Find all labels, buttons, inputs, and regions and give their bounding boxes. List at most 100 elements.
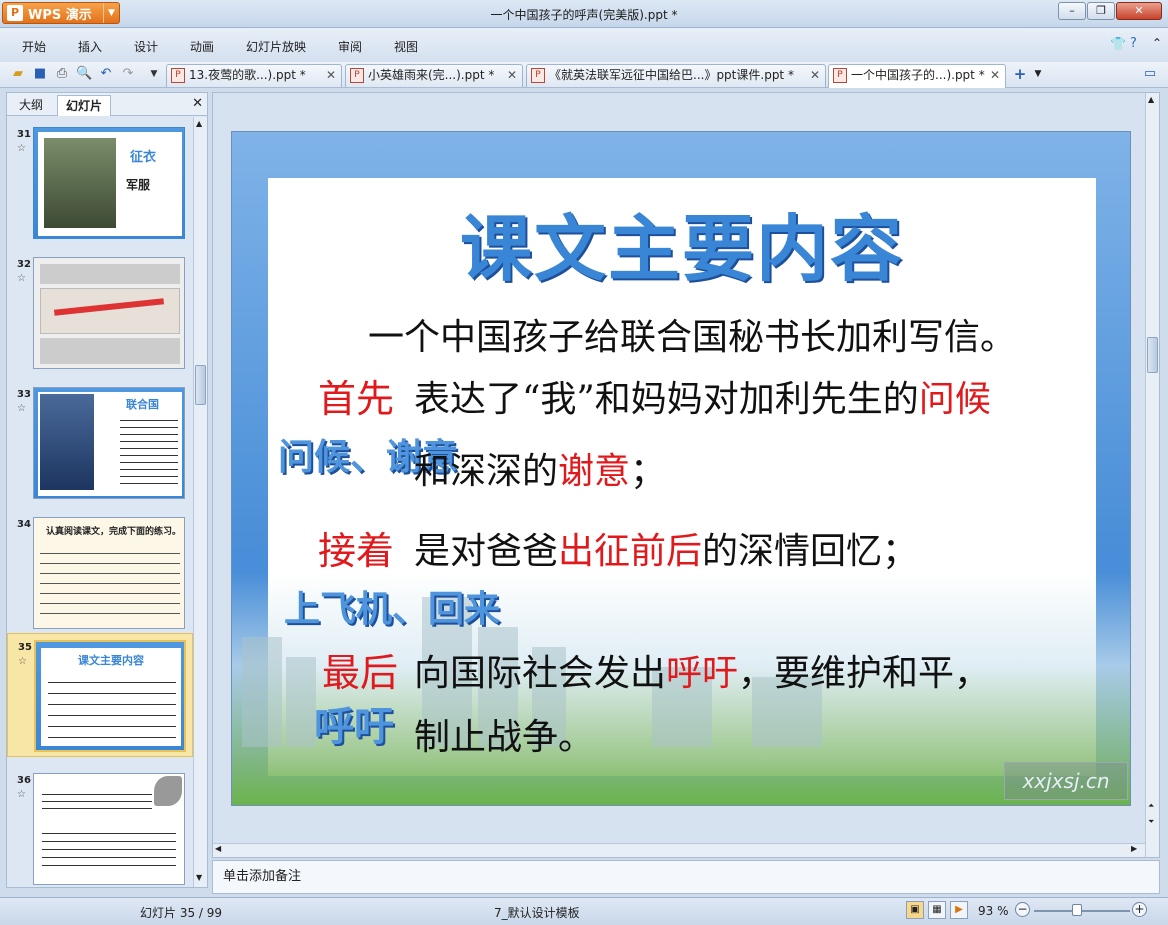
tab-slides[interactable]: 幻灯片 <box>57 95 112 116</box>
thumbnail-list: 31 ☆ 征衣 军服 32 ☆ 33 ☆ 联合国 34 认真阅读课文，完成下面的… <box>7 117 193 887</box>
menu-design[interactable]: 设计 <box>134 38 158 55</box>
thumbnail-image: 征衣 军服 <box>33 127 185 239</box>
prev-slide-icon[interactable]: ⏶ <box>1148 801 1154 811</box>
slide-title[interactable]: 课文主要内容 <box>232 190 1130 295</box>
editor-vertical-scrollbar[interactable]: ▲ ⏶ ⏷ <box>1145 93 1159 857</box>
tab-close-icon[interactable]: ✕ <box>810 65 820 86</box>
menu-animation[interactable]: 动画 <box>190 38 214 55</box>
print-icon[interactable]: ⎙ <box>54 66 70 82</box>
doc-tab-2[interactable]: P 小英雄雨来(完...).ppt * ✕ <box>345 64 523 87</box>
status-bar: 幻灯片 35 / 99 7_默认设计模板 ▣ ▦ ▶ 93 % − + <box>0 897 1168 925</box>
wordart-plane[interactable]: 上飞机、回来 <box>284 580 500 632</box>
tab-list-dropdown-icon[interactable]: ▼ <box>1030 66 1046 82</box>
doc-tab-1[interactable]: P 13.夜莺的歌...).ppt * ✕ <box>166 64 342 87</box>
normal-view-icon[interactable]: ▣ <box>906 901 924 919</box>
template-name[interactable]: 7_默认设计模板 <box>494 904 580 921</box>
ppt-file-icon: P <box>350 68 364 83</box>
quick-access-dropdown-icon[interactable]: ▼ <box>146 66 162 82</box>
undo-icon[interactable]: ↶ <box>98 66 114 82</box>
menu-view[interactable]: 视图 <box>394 38 418 55</box>
menu-review[interactable]: 审阅 <box>338 38 362 55</box>
thumbnail-scrollbar[interactable]: ▲ ▼ <box>193 117 207 887</box>
thumbnail-image: 课文主要内容 <box>34 640 186 752</box>
thumbnail-title: 联合国 <box>126 398 159 411</box>
zoom-level[interactable]: 93 % <box>978 904 1009 918</box>
doc-tab-3[interactable]: P 《就英法联军远征中国给巴...》ppt课件.ppt * ✕ <box>526 64 826 87</box>
scroll-up-icon[interactable]: ▲ <box>1148 95 1154 104</box>
open-folder-icon[interactable]: ▰ <box>10 66 26 82</box>
tab-close-icon[interactable]: ✕ <box>990 65 1000 86</box>
editor-horizontal-scrollbar[interactable]: ◀ ▶ <box>213 843 1145 857</box>
slide-counter: 幻灯片 35 / 99 <box>140 906 223 920</box>
zoom-in-icon[interactable]: + <box>1132 902 1147 917</box>
soldiers-photo <box>44 138 116 228</box>
label-first[interactable]: 首先 <box>318 368 394 423</box>
menu-slideshow[interactable]: 幻灯片放映 <box>246 38 306 55</box>
ribbon-expand-icon[interactable]: ⌃ <box>1152 36 1162 50</box>
tab-close-icon[interactable]: ✕ <box>326 65 336 86</box>
animation-star-icon: ☆ <box>17 789 26 800</box>
scroll-thumb[interactable] <box>1147 337 1158 373</box>
slide-intro-text[interactable]: 一个中国孩子给联合国秘书长加利写信。 <box>368 308 1016 360</box>
thumbnail-image: 联合国 <box>33 387 185 499</box>
slide-sorter-view-icon[interactable]: ▦ <box>928 901 946 919</box>
thumbnail-image <box>33 257 185 369</box>
label-next[interactable]: 接着 <box>318 520 394 575</box>
last-line-2[interactable]: 制止战争。 <box>414 708 594 760</box>
slide-canvas[interactable]: 课文主要内容 一个中国孩子给联合国秘书长加利写信。 首先 表达了“我”和妈妈对加… <box>231 131 1131 806</box>
maximize-button[interactable]: ❐ <box>1087 2 1115 20</box>
minimize-button[interactable]: – <box>1058 2 1086 20</box>
doc-tab-4-active[interactable]: P 一个中国孩子的...).ppt * ✕ <box>828 64 1006 88</box>
scroll-left-icon[interactable]: ◀ <box>215 844 221 853</box>
thumbnail-number: 32 <box>17 259 31 270</box>
thumbnail-number: 31 <box>17 129 31 140</box>
pane-tabs: 大纲 幻灯片 ✕ <box>7 93 207 116</box>
thumbnail-item[interactable]: 36 ☆ <box>7 767 193 885</box>
thumbnail-image <box>33 773 185 885</box>
thumbnail-title: 认真阅读课文，完成下面的练习。 <box>46 527 182 537</box>
thumbnail-number: 35 <box>18 642 32 653</box>
window-title: 一个中国孩子的呼声(完美版).ppt * <box>490 8 678 22</box>
slideshow-view-icon[interactable]: ▶ <box>950 901 968 919</box>
first-line-2[interactable]: 和深深的谢意； <box>414 442 666 494</box>
thumbnail-item[interactable]: 32 ☆ <box>7 251 193 369</box>
next-line[interactable]: 是对爸爸出征前后的深情回忆； <box>414 522 918 574</box>
thumbnail-item[interactable]: 34 认真阅读课文，完成下面的练习。 <box>7 511 193 629</box>
zoom-out-icon[interactable]: − <box>1015 902 1030 917</box>
slide-editor: 课文主要内容 一个中国孩子给联合国秘书长加利写信。 首先 表达了“我”和妈妈对加… <box>212 92 1160 858</box>
menu-insert[interactable]: 插入 <box>78 38 102 55</box>
doc-tab-label: 小英雄雨来(完...).ppt * <box>368 68 495 82</box>
window-layout-icon[interactable]: ▭ <box>1142 66 1158 82</box>
slide-thumbnail-pane: 大纲 幻灯片 ✕ 31 ☆ 征衣 军服 32 ☆ 33 ☆ 联合国 34 认真阅… <box>6 92 208 888</box>
tab-outline[interactable]: 大纲 <box>11 95 51 116</box>
scroll-down-icon[interactable]: ▼ <box>196 873 202 882</box>
thumbnail-subtitle: 军服 <box>126 178 151 192</box>
wordart-appeal[interactable]: 呼吁 <box>314 694 394 752</box>
skin-icon[interactable]: 👕 <box>1110 37 1126 52</box>
print-preview-icon[interactable]: 🔍 <box>76 66 92 82</box>
thumbnail-image: 认真阅读课文，完成下面的练习。 <box>33 517 185 629</box>
scroll-thumb[interactable] <box>195 365 206 405</box>
redo-icon[interactable]: ↷ <box>120 66 136 82</box>
thumbnail-item[interactable]: 31 ☆ 征衣 军服 <box>7 121 193 239</box>
thumbnail-item[interactable]: 33 ☆ 联合国 <box>7 381 193 499</box>
new-tab-plus-icon[interactable]: + <box>1012 66 1028 82</box>
next-slide-icon[interactable]: ⏷ <box>1148 817 1154 827</box>
dove-graphic <box>154 776 182 806</box>
help-icon[interactable]: ? <box>1130 36 1137 51</box>
last-line-1[interactable]: 向国际社会发出呼吁，要维护和平， <box>414 644 990 696</box>
zoom-slider-knob[interactable] <box>1072 904 1082 916</box>
save-icon[interactable]: ■ <box>32 66 48 82</box>
menu-start[interactable]: 开始 <box>22 38 46 55</box>
scroll-right-icon[interactable]: ▶ <box>1131 844 1137 853</box>
animation-star-icon: ☆ <box>18 656 27 667</box>
tab-close-icon[interactable]: ✕ <box>507 65 517 86</box>
pane-close-icon[interactable]: ✕ <box>192 96 203 111</box>
first-line-1[interactable]: 表达了“我”和妈妈对加利先生的问候 <box>414 370 991 422</box>
notes-field[interactable]: 单击添加备注 <box>212 860 1160 894</box>
close-button[interactable]: ✕ <box>1116 2 1162 20</box>
scroll-up-icon[interactable]: ▲ <box>196 119 202 128</box>
label-last[interactable]: 最后 <box>322 642 398 697</box>
zoom-slider[interactable] <box>1034 910 1130 912</box>
thumbnail-item-selected[interactable]: 35 ☆ 课文主要内容 <box>7 633 193 757</box>
